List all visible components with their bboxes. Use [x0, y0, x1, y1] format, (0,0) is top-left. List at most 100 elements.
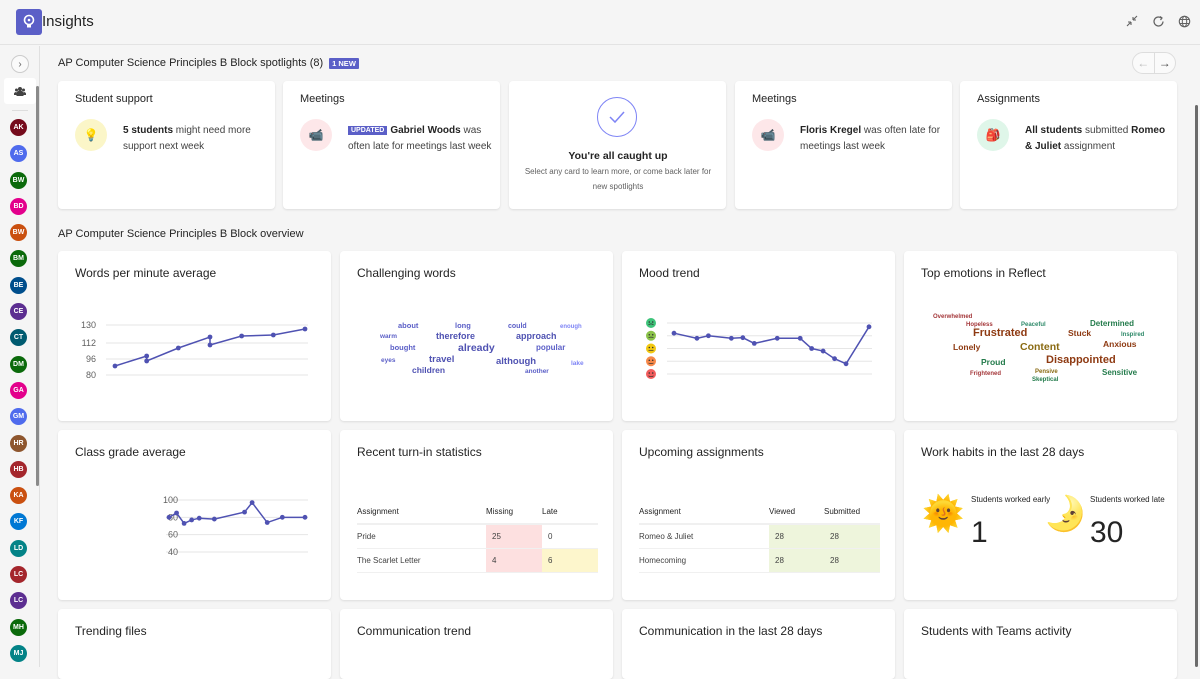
- globe-icon[interactable]: [1176, 12, 1192, 30]
- data-point[interactable]: [821, 349, 826, 354]
- card-turn-in-statistics[interactable]: Recent turn-in statistics Assignment Mis…: [340, 430, 613, 600]
- data-point[interactable]: [303, 327, 308, 332]
- data-point[interactable]: [189, 518, 194, 523]
- student-avatar[interactable]: AS: [10, 145, 27, 162]
- data-point[interactable]: [729, 336, 734, 341]
- cloud-word[interactable]: popular: [536, 343, 565, 352]
- data-point[interactable]: [798, 336, 803, 341]
- student-avatar[interactable]: MJ: [10, 645, 27, 662]
- cloud-word[interactable]: Frustrated: [973, 327, 1027, 339]
- student-avatar[interactable]: BW: [10, 224, 27, 241]
- data-point[interactable]: [167, 515, 172, 520]
- student-avatar[interactable]: LD: [10, 540, 27, 557]
- student-avatar[interactable]: HB: [10, 461, 27, 478]
- cloud-word[interactable]: Lonely: [953, 342, 981, 352]
- student-avatar[interactable]: LC: [10, 592, 27, 609]
- cloud-word[interactable]: Determined: [1090, 319, 1134, 328]
- student-avatar[interactable]: MH: [10, 619, 27, 636]
- main-scrollbar[interactable]: [1195, 105, 1198, 667]
- data-point[interactable]: [208, 335, 213, 340]
- data-point[interactable]: [695, 336, 700, 341]
- data-point[interactable]: [144, 359, 149, 364]
- data-point[interactable]: [113, 364, 118, 369]
- cloud-word[interactable]: warm: [379, 333, 397, 340]
- student-avatar[interactable]: DM: [10, 356, 27, 373]
- spotlight-card-meetings-floris[interactable]: Meetings 📹 Floris Kregel was often late …: [735, 81, 952, 209]
- next-arrow-button[interactable]: →: [1155, 53, 1176, 73]
- data-point[interactable]: [303, 515, 308, 520]
- cloud-word[interactable]: another: [525, 368, 549, 375]
- expand-rail-button[interactable]: ›: [11, 55, 29, 73]
- card-communication-trend[interactable]: Communication trend: [340, 609, 613, 679]
- cloud-word[interactable]: could: [508, 323, 527, 330]
- data-point[interactable]: [280, 515, 285, 520]
- cloud-word[interactable]: enough: [560, 324, 582, 330]
- cloud-word[interactable]: lake: [571, 360, 584, 367]
- spotlight-card-assignments[interactable]: Assignments 🎒 All students submitted Rom…: [960, 81, 1177, 209]
- data-point[interactable]: [271, 333, 276, 338]
- data-point[interactable]: [250, 500, 255, 505]
- data-point[interactable]: [265, 520, 270, 525]
- cloud-word[interactable]: Proud: [981, 357, 1006, 367]
- student-avatar[interactable]: BD: [10, 198, 27, 215]
- data-point[interactable]: [867, 324, 872, 329]
- data-point[interactable]: [844, 361, 849, 366]
- card-trending-files[interactable]: Trending files: [58, 609, 331, 679]
- data-point[interactable]: [212, 517, 217, 522]
- cloud-word[interactable]: Skeptical: [1032, 377, 1059, 383]
- spotlight-card-student-support[interactable]: Student support 💡 5 students might need …: [58, 81, 275, 209]
- cloud-word[interactable]: approach: [516, 331, 557, 341]
- card-teams-activity[interactable]: Students with Teams activity: [904, 609, 1177, 679]
- rail-scrollbar[interactable]: [36, 86, 39, 486]
- cloud-word[interactable]: children: [412, 365, 445, 375]
- data-point[interactable]: [239, 334, 244, 339]
- data-point[interactable]: [242, 510, 247, 515]
- student-avatar[interactable]: AK: [10, 119, 27, 136]
- student-avatar[interactable]: KA: [10, 487, 27, 504]
- cloud-word[interactable]: Disappointed: [1046, 354, 1116, 366]
- student-avatar[interactable]: CE: [10, 303, 27, 320]
- cloud-word[interactable]: Stuck: [1068, 328, 1091, 338]
- cloud-word[interactable]: Pensive: [1035, 369, 1058, 375]
- cloud-word[interactable]: long: [455, 321, 471, 330]
- data-point[interactable]: [174, 511, 179, 516]
- card-upcoming-assignments[interactable]: Upcoming assignments Assignment Viewed S…: [622, 430, 895, 600]
- cloud-word[interactable]: travel: [429, 354, 454, 365]
- student-avatar[interactable]: GA: [10, 382, 27, 399]
- card-class-grade-average[interactable]: Class grade average 406080100: [58, 430, 331, 600]
- student-avatar[interactable]: CT: [10, 329, 27, 346]
- card-mood-trend[interactable]: Mood trend: [622, 251, 895, 421]
- data-point[interactable]: [752, 341, 757, 346]
- student-avatar[interactable]: LC: [10, 566, 27, 583]
- cloud-word[interactable]: already: [458, 342, 495, 354]
- card-challenging-words[interactable]: Challenging words aboutlongcouldenoughwa…: [340, 251, 613, 421]
- cloud-word[interactable]: about: [398, 321, 419, 330]
- cloud-word[interactable]: therefore: [436, 331, 475, 341]
- cloud-word[interactable]: although: [496, 356, 536, 367]
- student-avatar[interactable]: GM: [10, 408, 27, 425]
- cloud-word[interactable]: Overwhelmed: [933, 314, 973, 320]
- prev-arrow-button[interactable]: ←: [1133, 53, 1155, 73]
- data-point[interactable]: [144, 354, 149, 359]
- cloud-word[interactable]: Inspired: [1121, 332, 1145, 338]
- student-avatar[interactable]: HR: [10, 435, 27, 452]
- data-point[interactable]: [775, 336, 780, 341]
- refresh-icon[interactable]: [1150, 12, 1166, 30]
- cloud-word[interactable]: Frightened: [970, 371, 1001, 377]
- data-point[interactable]: [176, 346, 181, 351]
- data-point[interactable]: [197, 516, 202, 521]
- student-avatar[interactable]: BW: [10, 172, 27, 189]
- card-top-emotions[interactable]: Top emotions in Reflect OverwhelmedHopel…: [904, 251, 1177, 421]
- cloud-word[interactable]: Content: [1020, 341, 1060, 353]
- data-point[interactable]: [208, 343, 213, 348]
- data-point[interactable]: [672, 331, 677, 336]
- cloud-word[interactable]: bought: [390, 343, 416, 352]
- student-avatar[interactable]: BE: [10, 277, 27, 294]
- student-avatar[interactable]: KF: [10, 513, 27, 530]
- cloud-word[interactable]: eyes: [381, 357, 396, 364]
- cloud-word[interactable]: Sensitive: [1102, 368, 1138, 377]
- data-point[interactable]: [809, 346, 814, 351]
- cloud-word[interactable]: Anxious: [1103, 339, 1137, 349]
- collapse-icon[interactable]: [1124, 12, 1140, 30]
- data-point[interactable]: [832, 356, 837, 361]
